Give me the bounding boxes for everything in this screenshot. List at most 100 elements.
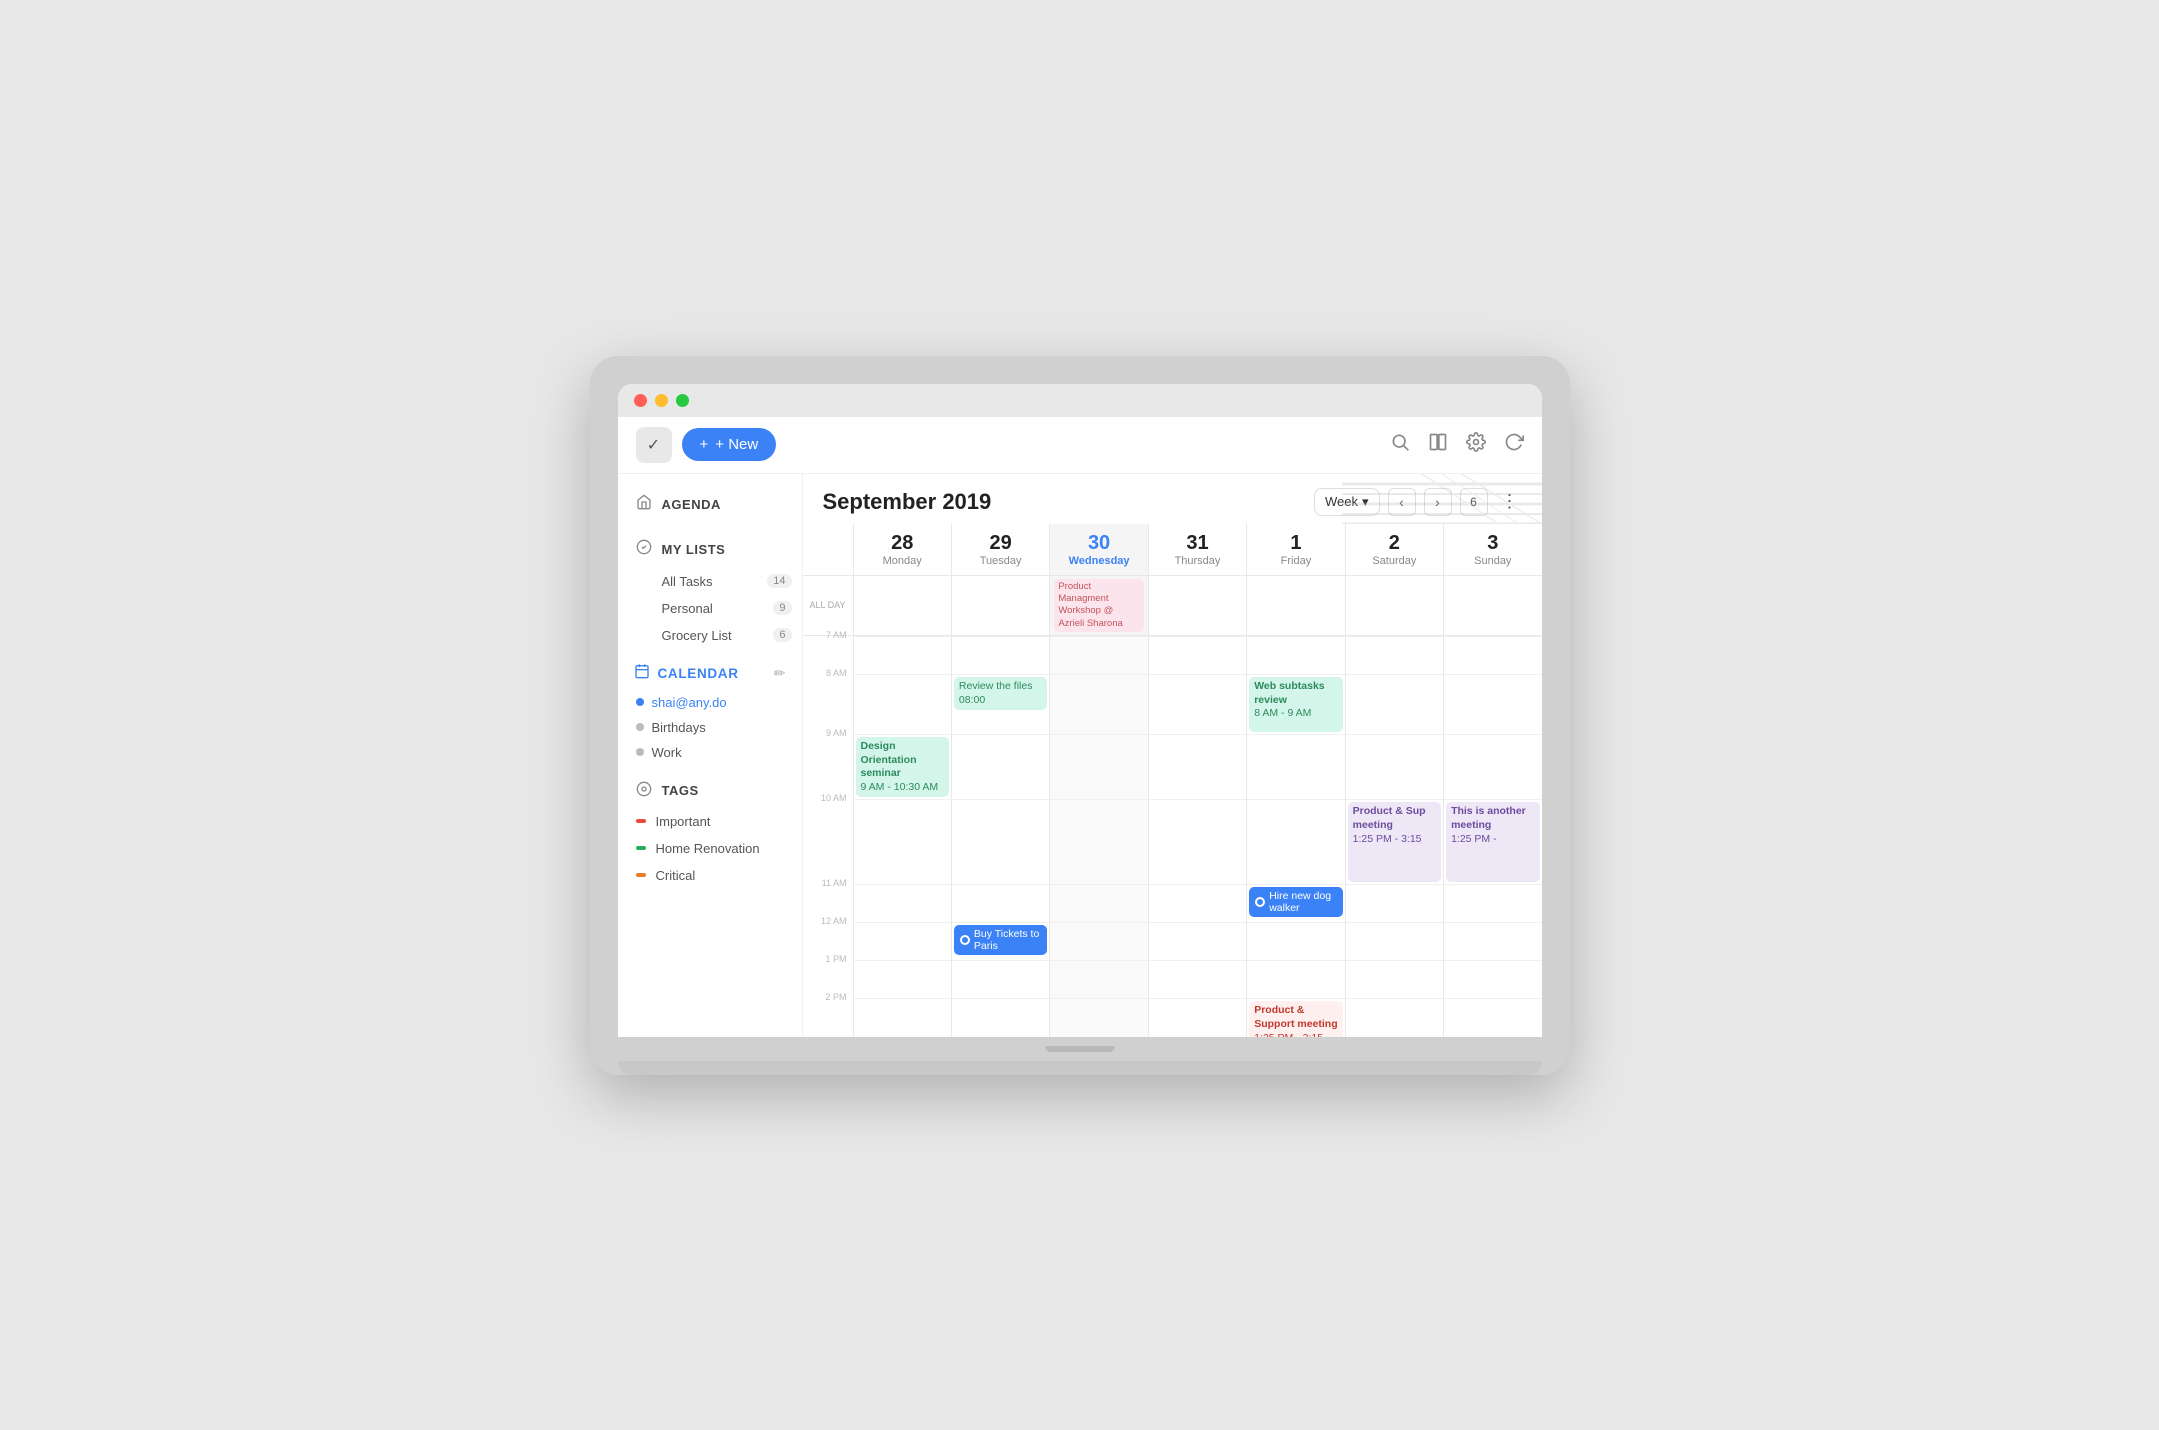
tag-important[interactable]: Important [618,808,802,835]
tag-critical[interactable]: Critical [618,862,802,889]
cal-header-thu: 31 Thursday [1148,524,1246,575]
gear-icon[interactable] [1466,432,1486,458]
check-icon: ✓ [647,435,660,455]
calendar-grid-wrapper: 28 Monday 29 Tuesday 30 [803,524,1542,1037]
cell-sun-10am: This is another meeting 1:25 PM - [1443,799,1541,884]
day-num-sat: 2 [1350,532,1439,555]
event-workshop-label: Product Managment Workshop @ Azrieli Sha… [1058,581,1122,629]
day-num-fri: 1 [1251,532,1340,555]
cal-item-work[interactable]: Work [618,740,802,765]
grocery-badge: 6 [773,628,791,642]
event-design-orientation[interactable]: Design Orientation seminar 9 AM - 10:30 … [856,737,949,798]
event-product-sup-sat[interactable]: Product & Sup meeting 1:25 PM - 3:15 [1348,802,1441,882]
badge-num: 6 [1470,495,1477,509]
cell-wed-12pm [1049,922,1147,960]
calendar-days-header: 28 Monday 29 Tuesday 30 [803,524,1542,576]
time-row-2pm: 2 PM Product & Support meeting 1:25 PM -… [803,998,1542,1036]
day-name-sun: Sunday [1448,555,1537,567]
cell-wed-7am [1049,636,1147,674]
cell-mon-11am [853,884,951,922]
more-options-button[interactable]: ⋮ [1496,488,1524,516]
tag-home-renovation[interactable]: Home Renovation [618,835,802,862]
all-day-sun [1443,576,1541,635]
event-web-subtasks[interactable]: Web subtasks review 8 AM - 9 AM [1249,677,1342,732]
design-orient-time: 9 AM - 10:30 AM [861,781,944,795]
tag-label-critical: Critical [656,868,696,883]
time-label-9am: 9 AM [803,728,853,800]
cell-mon-9am: Design Orientation seminar 9 AM - 10:30 … [853,734,951,800]
close-dot[interactable] [634,394,647,407]
cell-sat-9am [1345,734,1443,800]
sidebar-section-agenda: AGENDA [618,486,802,523]
calendar-header: CALENDAR ✏ [618,657,802,690]
grocery-label: Grocery List [662,628,732,643]
nav-next-button[interactable]: › [1424,488,1452,516]
cal-dot-work [636,748,644,756]
day-num-wed: 30 [1054,532,1143,555]
day-num-thu: 31 [1153,532,1242,555]
cell-fri-8am: Web subtasks review 8 AM - 9 AM [1246,674,1344,734]
sidebar-item-grocery[interactable]: Grocery List 6 [662,622,792,649]
time-label-2pm: 2 PM [803,992,853,1036]
all-tasks-badge: 14 [767,574,791,588]
sidebar-item-agenda[interactable]: AGENDA [618,486,802,523]
sidebar-item-all-tasks[interactable]: All Tasks 14 [662,568,792,595]
cell-thu-11am [1148,884,1246,922]
prod-sup-sat-time: 1:25 PM - 3:15 [1353,833,1436,847]
time-label-8am: 8 AM [803,668,853,734]
new-button[interactable]: + + New [682,428,777,461]
cell-mon-12pm [853,922,951,960]
tag-dot-critical [636,873,646,877]
maximize-dot[interactable] [676,394,689,407]
week-selector[interactable]: Week ▾ [1314,488,1380,516]
cal-item-birthdays[interactable]: Birthdays [618,715,802,740]
cell-sat-10am: Product & Sup meeting 1:25 PM - 3:15 [1345,799,1443,884]
cell-tue-11am [951,884,1049,922]
check-button[interactable]: ✓ [636,427,672,463]
calendar-edit-icon[interactable]: ✏ [774,665,786,682]
all-day-label: ALL DAY [803,576,853,635]
calendar-num-badge[interactable]: 6 [1460,488,1488,516]
event-product-support-fri[interactable]: Product & Support meeting 1:25 PM - 3:15… [1249,1001,1342,1036]
all-day-mon [853,576,951,635]
cell-tue-12pm: Buy Tickets to Paris [951,922,1049,960]
sidebar-item-tags[interactable]: TAGS [618,773,802,808]
sidebar-item-personal[interactable]: Personal 9 [662,595,792,622]
event-review-files[interactable]: Review the files 08:00 [954,677,1047,710]
event-product-workshop[interactable]: Product Managment Workshop @ Azrieli Sha… [1054,579,1143,632]
cell-sun-7am [1443,636,1541,674]
columns-icon[interactable] [1428,432,1448,458]
day-name-sat: Saturday [1350,555,1439,567]
cell-mon-2pm [853,998,951,1036]
cell-fri-12pm [1246,922,1344,960]
toolbar: ✓ + + New [618,417,1542,474]
time-row-8am: 8 AM Review the files 08:00 [803,674,1542,734]
cell-thu-1pm [1148,960,1246,998]
week-chevron-icon: ▾ [1362,494,1369,510]
cell-sun-2pm [1443,998,1541,1036]
sidebar-item-mylists[interactable]: MY LISTS [618,531,802,568]
cell-mon-8am [853,674,951,734]
personal-badge: 9 [773,601,791,615]
day-name-thu: Thursday [1153,555,1242,567]
refresh-icon[interactable] [1504,432,1524,458]
event-buy-tickets[interactable]: Buy Tickets to Paris [954,925,1047,955]
cal-label-shai: shai@any.do [652,695,727,710]
tags-label: TAGS [662,783,699,798]
event-hire-dog-walker[interactable]: Hire new dog walker [1249,887,1342,917]
home-icon [636,494,652,515]
nav-prev-button[interactable]: ‹ [1388,488,1416,516]
event-another-meeting[interactable]: This is another meeting 1:25 PM - [1446,802,1539,882]
calendar-icon [634,663,650,684]
cell-sun-9am [1443,734,1541,800]
prod-support-time: 1:25 PM - 3:15 AM [1254,1032,1337,1037]
cal-item-shai[interactable]: shai@any.do [618,690,802,715]
search-icon[interactable] [1390,432,1410,458]
all-day-sat [1345,576,1443,635]
cell-wed-8am [1049,674,1147,734]
cell-tue-1pm [951,960,1049,998]
cal-header-wed: 30 Wednesday [1049,524,1147,575]
cell-thu-8am [1148,674,1246,734]
minimize-dot[interactable] [655,394,668,407]
mylists-label: MY LISTS [662,542,726,557]
